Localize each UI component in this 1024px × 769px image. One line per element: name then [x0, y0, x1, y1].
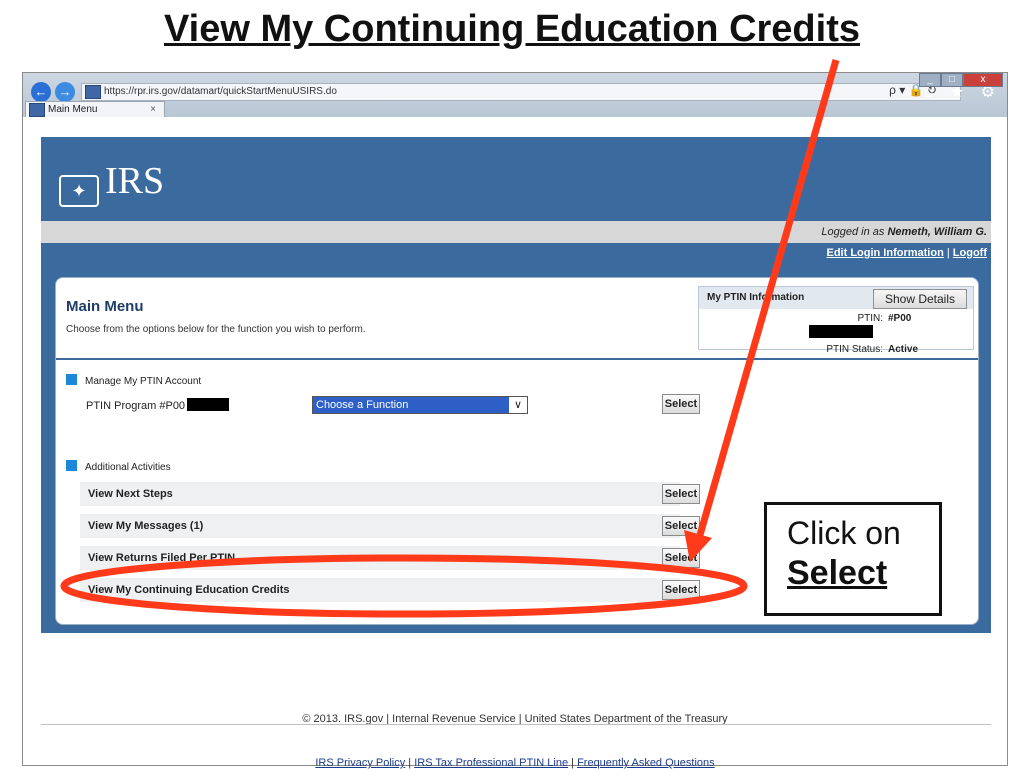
ptin-row: PTIN: #P00 [699, 312, 973, 340]
tab-main-menu[interactable]: Main Menu × [25, 101, 165, 118]
select-button-next-steps[interactable]: Select [662, 484, 700, 504]
chevron-down-icon[interactable]: ∨ [509, 397, 527, 413]
annotation-callout: Click on Select [764, 502, 942, 616]
page-viewport: ✦ IRS Logged in as Nemeth, William G. Edi… [23, 117, 1007, 769]
ptin-status-label: PTIN Status: [826, 344, 883, 355]
edit-login-link[interactable]: Edit Login Information [826, 247, 943, 259]
row-label: View Returns Filed Per PTIN [88, 552, 236, 564]
irs-favicon-icon [85, 85, 101, 99]
ptin-program-row: PTIN Program #P00 [86, 398, 230, 412]
irs-logo[interactable]: ✦ IRS [59, 159, 164, 207]
ptin-line-link[interactable]: IRS Tax Professional PTIN Line [414, 757, 568, 769]
browser-titlebar: ← → https://rpr.irs.gov/datamart/quickSt… [23, 73, 1007, 118]
tab-label: Main Menu [48, 104, 98, 115]
row-label: View My Messages (1) [88, 520, 204, 532]
card-header: Main Menu Choose from the options below … [56, 278, 978, 360]
page-subtitle: Choose from the options below for the fu… [66, 324, 366, 335]
function-select-value: Choose a Function [316, 399, 409, 411]
privacy-policy-link[interactable]: IRS Privacy Policy [315, 757, 405, 769]
arrow-left-icon[interactable]: ← [31, 82, 51, 102]
select-button-ce-credits[interactable]: Select [662, 580, 700, 600]
tab-close-icon[interactable]: × [150, 102, 156, 117]
additional-section-label: Additional Activities [85, 462, 171, 473]
irs-header: ✦ IRS [41, 137, 991, 221]
show-details-button[interactable]: Show Details [873, 289, 967, 309]
account-links: Edit Login Information | Logoff [41, 243, 991, 263]
callout-line-1: Click on [787, 515, 901, 551]
ptin-program-value: #P00 [159, 400, 186, 412]
function-select[interactable]: Choose a Function ∨ [312, 396, 528, 414]
maximize-icon[interactable]: □ [941, 73, 963, 87]
slide-title: View My Continuing Education Credits [163, 8, 860, 50]
browser-window: ← → https://rpr.irs.gov/datamart/quickSt… [22, 72, 1008, 769]
section-square-icon [66, 460, 77, 471]
footer-divider [41, 724, 991, 725]
row-label: View Next Steps [88, 488, 173, 500]
ptin-label: PTIN: [857, 313, 883, 324]
eagle-icon: ✦ [59, 175, 99, 207]
row-label: View My Continuing Education Credits [88, 584, 290, 596]
address-bar[interactable]: https://rpr.irs.gov/datamart/quickStartM… [81, 83, 961, 101]
login-status: Logged in as Nemeth, William G. [41, 221, 991, 243]
ptin-status-value: Active [888, 344, 919, 355]
irs-favicon-icon [29, 103, 45, 117]
user-name: Nemeth, William G. [887, 226, 987, 238]
redaction-block [809, 325, 873, 338]
close-icon[interactable]: x [963, 73, 1003, 87]
ptin-heading-text: My PTIN Information [707, 292, 805, 303]
ptin-status-row: PTIN Status: Active [699, 343, 973, 356]
arrow-right-icon[interactable]: → [55, 82, 75, 102]
list-item: View My Messages (1) [80, 514, 680, 538]
ptin-program-label: PTIN Program [86, 400, 157, 412]
footer-links: IRS Privacy Policy | IRS Tax Professiona… [23, 757, 1007, 769]
redaction-block [187, 398, 230, 411]
ptin-info-heading: My PTIN Information Show Details [699, 287, 973, 309]
link-separator: | [946, 247, 950, 259]
logged-in-prefix: Logged in as [821, 226, 885, 238]
select-button-messages[interactable]: Select [662, 516, 700, 536]
page-title: Main Menu [66, 298, 144, 315]
window-controls[interactable]: _ □ x [919, 73, 1003, 87]
list-item: View Returns Filed Per PTIN [80, 546, 680, 570]
select-button-ptin-program[interactable]: Select [662, 394, 700, 414]
manage-section-header: Manage My PTIN Account [66, 374, 201, 387]
logo-text: IRS [105, 160, 165, 202]
additional-section-header: Additional Activities [66, 460, 171, 473]
minimize-icon[interactable]: _ [919, 73, 941, 87]
callout-line-2: Select [787, 554, 888, 592]
faq-link[interactable]: Frequently Asked Questions [577, 757, 715, 769]
ptin-value: #P00 [888, 313, 912, 324]
logoff-link[interactable]: Logoff [953, 247, 987, 259]
select-button-returns-filed[interactable]: Select [662, 548, 700, 568]
manage-section-label: Manage My PTIN Account [85, 376, 202, 387]
list-item: View Next Steps [80, 482, 680, 506]
ptin-info-box: My PTIN Information Show Details PTIN: #P… [698, 286, 974, 355]
list-item: View My Continuing Education Credits [80, 578, 680, 602]
url-text: https://rpr.irs.gov/datamart/quickStartM… [104, 86, 337, 97]
section-square-icon [66, 374, 77, 385]
